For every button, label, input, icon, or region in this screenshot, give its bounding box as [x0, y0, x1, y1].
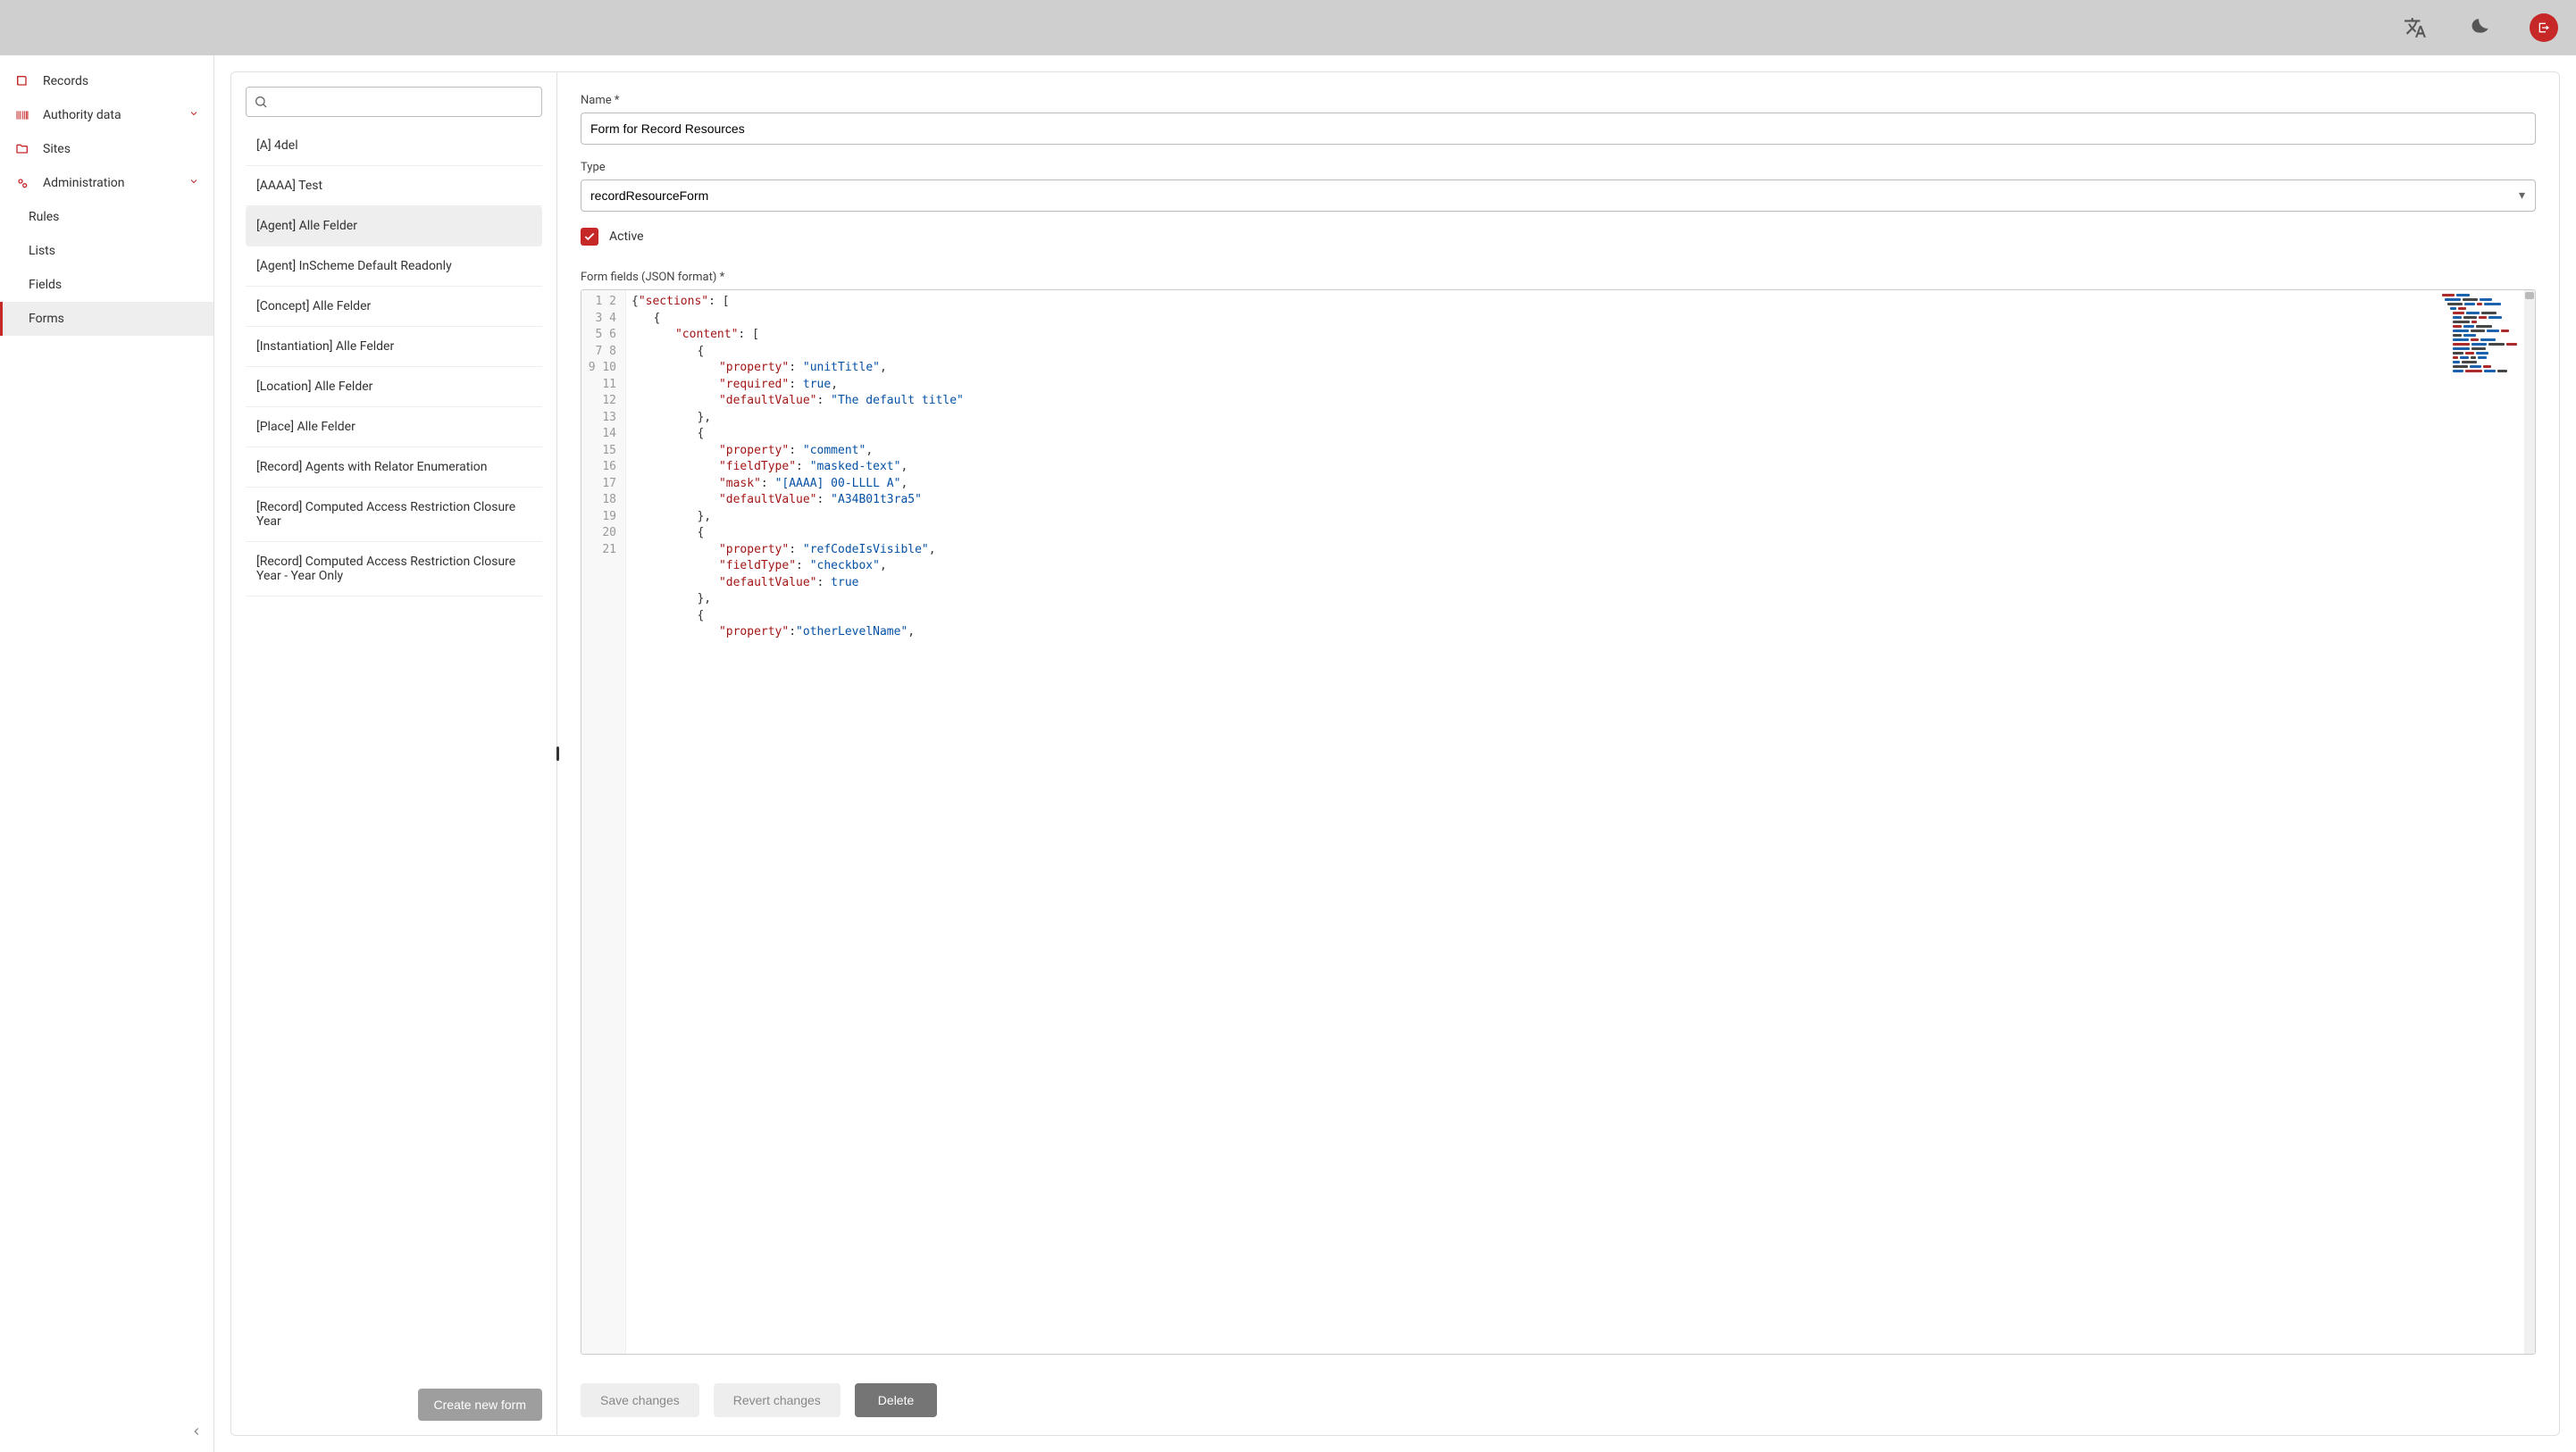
folder-icon [14, 142, 30, 156]
dark-mode-icon[interactable] [2465, 13, 2494, 42]
form-list-item[interactable]: [Record] Agents with Relator Enumeration [246, 447, 542, 488]
chevron-down-icon [188, 108, 199, 122]
form-detail-pane: Name * Type ▾ Active F [557, 72, 2559, 1435]
chevron-down-icon [188, 176, 199, 190]
name-field[interactable] [581, 113, 2536, 145]
form-list-item[interactable]: [Record] Computed Access Restriction Clo… [246, 542, 542, 597]
book-icon [14, 74, 30, 88]
json-code-editor[interactable]: 1 2 3 4 5 6 7 8 9 10 11 12 13 14 15 16 1… [581, 289, 2536, 1355]
search-input[interactable] [273, 95, 534, 109]
gears-icon [14, 176, 30, 190]
editor-scrollbar[interactable] [2524, 290, 2535, 1354]
nav-item-administration[interactable]: Administration [0, 166, 213, 200]
nav-subitem-rules[interactable]: Rules [0, 200, 213, 234]
delete-button[interactable]: Delete [855, 1383, 937, 1417]
user-avatar-button[interactable] [2530, 13, 2558, 42]
active-label: Active [609, 229, 644, 244]
create-new-form-button[interactable]: Create new form [418, 1389, 542, 1421]
type-select[interactable] [581, 179, 2536, 212]
nav-label: Sites [43, 142, 199, 156]
nav-item-records[interactable]: Records [0, 64, 213, 98]
search-input-wrap[interactable] [246, 87, 542, 117]
search-icon [254, 95, 268, 109]
pane-resize-handle[interactable] [556, 747, 559, 761]
topbar [0, 0, 2576, 55]
revert-changes-button[interactable]: Revert changes [714, 1383, 841, 1417]
save-changes-button[interactable]: Save changes [581, 1383, 699, 1417]
name-label: Name * [581, 94, 2536, 107]
barcode-icon [14, 108, 30, 122]
nav-subitem-forms[interactable]: Forms [0, 302, 213, 336]
form-list-item[interactable]: [Location] Alle Felder [246, 367, 542, 407]
nav-label: Authority data [43, 108, 176, 122]
nav-item-sites[interactable]: Sites [0, 132, 213, 166]
nav-label: Records [43, 74, 199, 88]
nav-label: Administration [43, 176, 176, 190]
form-list-item[interactable]: [A] 4del [246, 126, 542, 166]
nav-item-authority-data[interactable]: Authority data [0, 98, 213, 132]
form-list-item[interactable]: [AAAA] Test [246, 166, 542, 206]
form-list-item[interactable]: [Agent] Alle Felder [246, 206, 542, 246]
collapse-sidebar-button[interactable] [190, 1425, 203, 1441]
json-fields-label: Form fields (JSON format) * [581, 271, 2536, 284]
language-icon[interactable] [2401, 13, 2430, 42]
form-list-item[interactable]: [Concept] Alle Felder [246, 287, 542, 327]
nav-subitem-lists[interactable]: Lists [0, 234, 213, 268]
main-content: [A] 4del[AAAA] Test[Agent] Alle Felder[A… [214, 55, 2576, 1452]
nav-subitem-fields[interactable]: Fields [0, 268, 213, 302]
forms-list-pane: [A] 4del[AAAA] Test[Agent] Alle Felder[A… [231, 72, 557, 1435]
form-list-item[interactable]: [Place] Alle Felder [246, 407, 542, 447]
form-list-item[interactable]: [Instantiation] Alle Felder [246, 327, 542, 367]
form-list-item[interactable]: [Agent] InScheme Default Readonly [246, 246, 542, 287]
form-list-item[interactable]: [Record] Computed Access Restriction Clo… [246, 488, 542, 542]
sidebar: Records Authority data Sites Administration… [0, 55, 214, 1452]
type-label: Type [581, 161, 2536, 174]
active-checkbox[interactable] [581, 228, 598, 246]
